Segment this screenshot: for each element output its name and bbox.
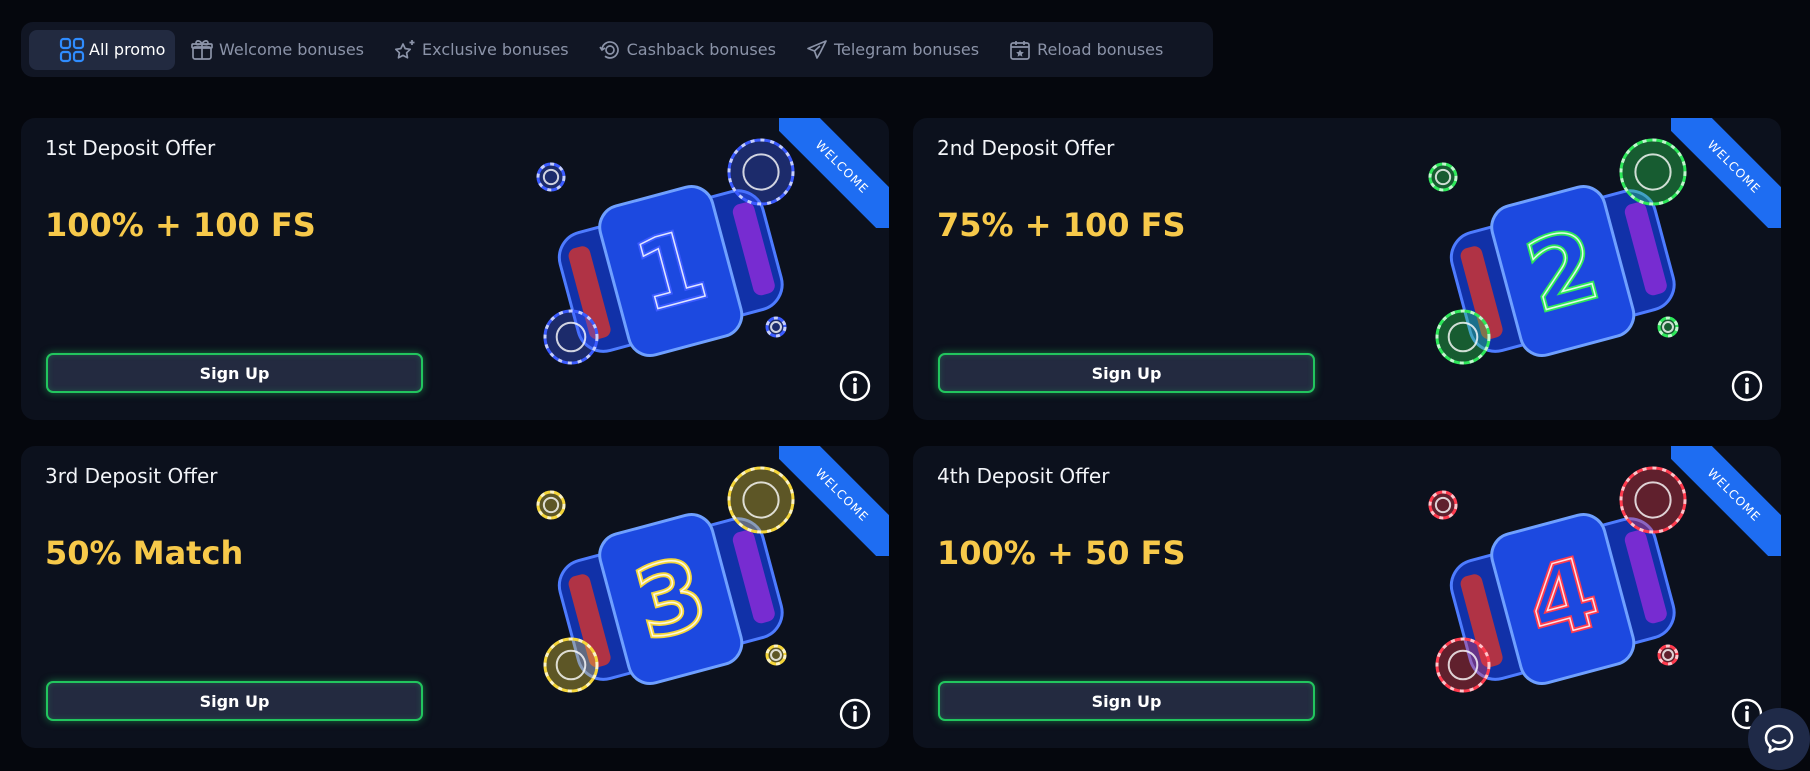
live-chat-button[interactable] — [1748, 708, 1810, 770]
casino-chip-icon — [1657, 316, 1679, 338]
calendar-star-icon — [1007, 37, 1033, 63]
slot-art-svg: 2 2 — [1428, 138, 1687, 365]
card-title: 2nd Deposit Offer — [937, 136, 1115, 160]
ribbon-wrap: WELCOME — [779, 446, 889, 556]
slot-machine-illustration: 2 2 — [1413, 132, 1713, 402]
tab-label: All promo — [89, 40, 166, 59]
slot-art-svg: 3 3 — [536, 466, 795, 693]
tab-telegram-bonuses[interactable]: Telegram bonuses — [794, 30, 993, 70]
tab-label: Cashback bonuses — [626, 40, 776, 59]
casino-chip-icon — [543, 309, 599, 365]
tab-reload-bonuses[interactable]: Reload bonuses — [997, 30, 1177, 70]
tab-exclusive-bonuses[interactable]: Exclusive bonuses — [382, 30, 583, 70]
card-offer: 100% + 50 FS — [937, 534, 1186, 572]
casino-chip-icon — [536, 490, 566, 520]
casino-chip-icon — [1428, 490, 1458, 520]
promo-card-4th-deposit: 4th Deposit Offer 100% + 50 FS 4 4 WELCO… — [913, 446, 1781, 748]
tab-label: Welcome bonuses — [219, 40, 365, 59]
tab-label: Reload bonuses — [1037, 40, 1164, 59]
ribbon-wrap: WELCOME — [1671, 446, 1781, 556]
card-offer: 100% + 100 FS — [45, 206, 316, 244]
card-title: 3rd Deposit Offer — [45, 464, 218, 488]
sign-up-button[interactable]: Sign Up — [46, 353, 423, 393]
sign-up-button[interactable]: Sign Up — [938, 681, 1315, 721]
chat-bubble-icon — [1764, 724, 1794, 754]
casino-chip-icon — [536, 162, 566, 192]
welcome-ribbon: WELCOME — [1671, 118, 1781, 228]
slot-machine-illustration: 1 1 — [521, 132, 821, 402]
sign-up-button[interactable]: Sign Up — [938, 353, 1315, 393]
star-sparkle-icon — [392, 37, 418, 63]
grid-icon — [59, 37, 85, 63]
welcome-ribbon: WELCOME — [1671, 446, 1781, 556]
cashback-coin-icon — [597, 37, 623, 63]
ribbon-wrap: WELCOME — [1671, 118, 1781, 228]
gift-icon — [189, 37, 215, 63]
card-title: 4th Deposit Offer — [937, 464, 1110, 488]
tab-cashback-bonuses[interactable]: Cashback bonuses — [587, 30, 790, 70]
welcome-ribbon: WELCOME — [779, 446, 889, 556]
slot-machine-illustration: 4 4 — [1413, 460, 1713, 730]
casino-chip-icon — [1435, 637, 1491, 693]
info-icon[interactable] — [839, 698, 871, 730]
promo-card-2nd-deposit: 2nd Deposit Offer 75% + 100 FS 2 2 WELCO… — [913, 118, 1781, 420]
tab-all-promo[interactable]: All promo — [29, 29, 175, 70]
slot-art-svg: 1 1 — [536, 138, 795, 365]
slot-art-svg: 4 4 — [1428, 466, 1687, 693]
casino-chip-icon — [543, 637, 599, 693]
promo-tabs: All promo Welcome bonuses Exclusive bonu… — [21, 22, 1213, 77]
tab-label: Telegram bonuses — [833, 40, 980, 59]
slot-machine-illustration: 3 3 — [521, 460, 821, 730]
tab-label: Exclusive bonuses — [422, 40, 569, 59]
promo-card-3rd-deposit: 3rd Deposit Offer 50% Match 3 3 WELCOME … — [21, 446, 889, 748]
casino-chip-icon — [1428, 162, 1458, 192]
card-offer: 50% Match — [45, 534, 244, 572]
tab-welcome-bonuses[interactable]: Welcome bonuses — [179, 30, 378, 70]
sign-up-button[interactable]: Sign Up — [46, 681, 423, 721]
casino-chip-icon — [1657, 644, 1679, 666]
welcome-ribbon: WELCOME — [779, 118, 889, 228]
info-icon[interactable] — [839, 370, 871, 402]
card-offer: 75% + 100 FS — [937, 206, 1186, 244]
casino-chip-icon — [765, 644, 787, 666]
casino-chip-icon — [1435, 309, 1491, 365]
promo-card-1st-deposit: 1st Deposit Offer 100% + 100 FS 1 1 WELC… — [21, 118, 889, 420]
info-icon[interactable] — [1731, 370, 1763, 402]
casino-chip-icon — [765, 316, 787, 338]
ribbon-wrap: WELCOME — [779, 118, 889, 228]
card-title: 1st Deposit Offer — [45, 136, 216, 160]
telegram-icon — [804, 37, 830, 63]
